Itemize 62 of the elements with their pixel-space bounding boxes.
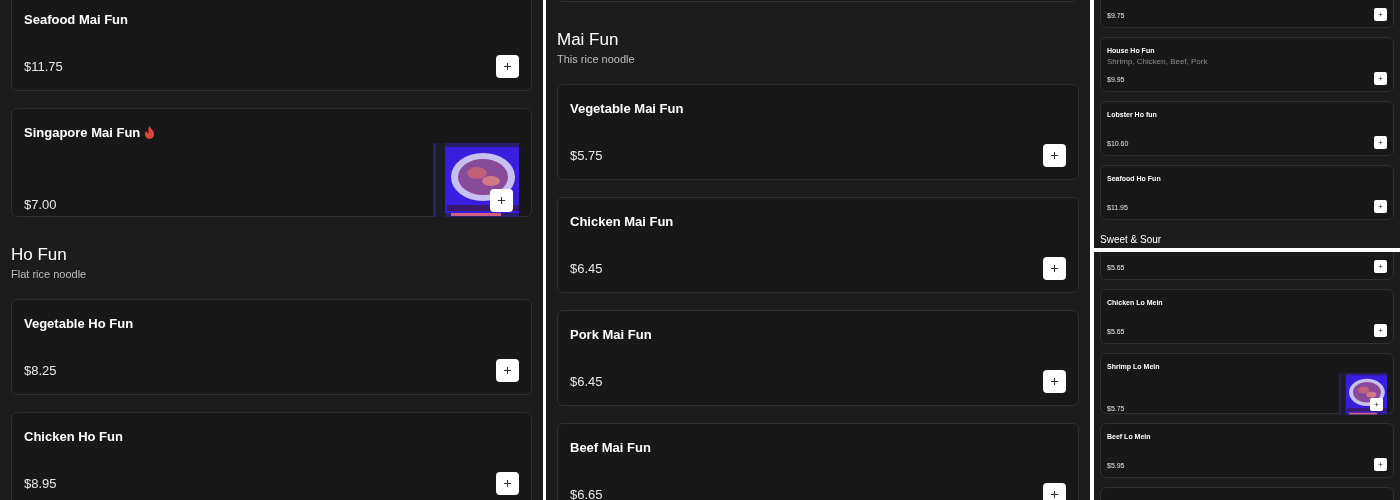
add-button[interactable] (1374, 136, 1387, 149)
menu-item-card[interactable]: Seafood Mai Fun $11.75 (11, 0, 532, 91)
item-name: Pork Mai Fun (570, 326, 652, 344)
add-button[interactable] (1043, 144, 1066, 167)
item-name: Beef Mai Fun (570, 439, 651, 457)
plus-icon (1050, 151, 1059, 160)
section-subtitle: Flat rice noodle (11, 267, 88, 282)
plus-icon (1378, 12, 1383, 17)
menu-item-card[interactable]: Chicken Ho Fun $8.95 (11, 412, 532, 500)
item-price: $6.45 (570, 372, 603, 391)
menu-item-card[interactable]: Singapore Mai Fun $7.00 (11, 108, 532, 217)
plus-icon (1378, 328, 1383, 333)
plus-icon (1378, 140, 1383, 145)
item-name: Seafood Mai Fun (24, 11, 128, 29)
item-price: $6.65 (570, 485, 603, 500)
item-name: Vegetable Mai Fun (570, 100, 684, 118)
plus-icon (1374, 401, 1379, 407)
flame-icon (144, 126, 156, 140)
add-button[interactable] (1374, 260, 1387, 273)
menu-item-card[interactable]: Vegetable Mai Fun $5.75 (557, 84, 1079, 180)
add-button[interactable] (496, 472, 519, 495)
plus-icon (503, 62, 512, 71)
item-price: $6.45 (570, 259, 603, 278)
item-description: Shrimp, Chicken, Beef, Pork (1107, 56, 1209, 67)
section-title: Mai Fun (557, 29, 620, 51)
plus-icon (1050, 490, 1059, 499)
item-name: Singapore Mai Fun (24, 124, 141, 142)
plus-icon (1050, 264, 1059, 273)
plus-icon (497, 195, 506, 205)
plus-icon (503, 479, 512, 488)
menu-item-card[interactable]: Chicken Mai Fun $6.45 (557, 197, 1079, 293)
item-price: $8.25 (24, 361, 57, 380)
plus-icon (1050, 377, 1059, 386)
add-button[interactable] (496, 55, 519, 78)
plus-icon (503, 366, 512, 375)
add-button[interactable] (1043, 257, 1066, 280)
add-button[interactable] (1374, 324, 1387, 337)
add-button[interactable] (1374, 200, 1387, 213)
add-button[interactable] (496, 359, 519, 382)
item-name: Chicken Ho Fun (24, 428, 123, 446)
section-title: Ho Fun (11, 244, 68, 266)
menu-item-card[interactable]: Beef Mai Fun $6.65 (557, 423, 1079, 500)
section-title: Sweet & Sour (1100, 233, 1163, 247)
menu-item-card[interactable]: Vegetable Ho Fun $8.25 (11, 299, 532, 395)
item-name: Vegetable Ho Fun (24, 315, 134, 333)
add-button[interactable] (1374, 458, 1387, 471)
item-price: $7.00 (24, 196, 57, 214)
add-button[interactable] (1374, 72, 1387, 85)
add-button[interactable] (1374, 8, 1387, 21)
item-name: Chicken Mai Fun (570, 213, 674, 231)
item-price: $11.75 (24, 57, 63, 76)
item-price: $8.95 (24, 474, 57, 493)
section-subtitle: This rice noodle (557, 52, 636, 67)
menu-item-card[interactable]: Pork Mai Fun $6.45 (557, 310, 1079, 406)
plus-icon (1378, 204, 1383, 209)
add-button[interactable] (490, 188, 513, 212)
add-button[interactable] (1043, 483, 1066, 500)
add-button[interactable] (1043, 370, 1066, 393)
item-price: $5.75 (570, 146, 603, 165)
plus-icon (1378, 264, 1383, 269)
plus-icon (1378, 76, 1383, 81)
plus-icon (1378, 462, 1383, 467)
